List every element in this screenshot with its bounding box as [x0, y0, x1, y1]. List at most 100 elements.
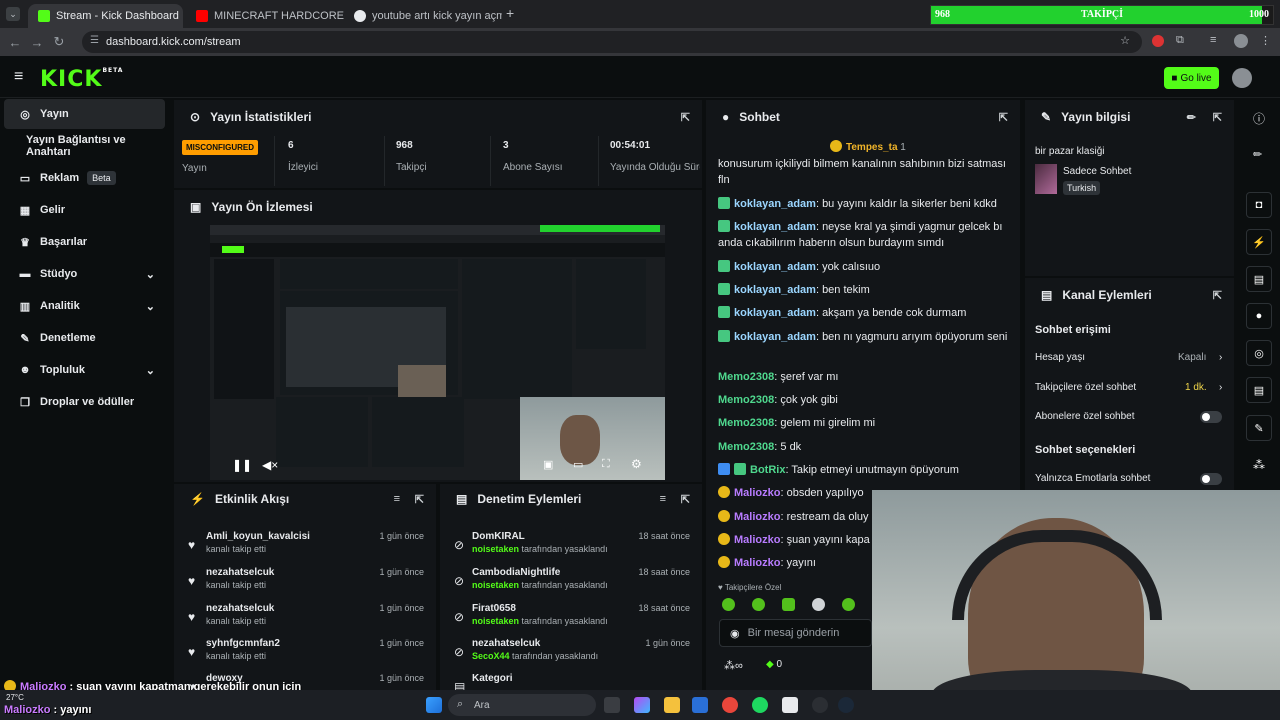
- rail-button-chat[interactable]: ●: [1246, 303, 1272, 329]
- obs-icon[interactable]: [812, 697, 828, 713]
- kick-logo[interactable]: KICKBETA: [40, 67, 123, 92]
- back-icon[interactable]: ←: [4, 35, 26, 50]
- weather-widget[interactable]: 27°C: [6, 693, 24, 702]
- bookmark-star-icon[interactable]: ☆: [1120, 34, 1130, 47]
- sidebar-item-revenue[interactable]: ▦ Gelir: [4, 195, 165, 225]
- emote-icon[interactable]: [812, 598, 825, 611]
- chat-message: koklayan_adam: yok calısıuo: [718, 259, 1008, 275]
- panel-title: Kanal Eylemleri: [1062, 288, 1152, 302]
- list-item: ⊘ nezahatselcuk SecoX44 tarafından yasakla…: [454, 638, 690, 661]
- pip-icon[interactable]: ▣: [543, 458, 553, 471]
- edit-pencil-icon[interactable]: ✏: [1253, 148, 1262, 161]
- sidebar-item-stream[interactable]: ◎ Yayın: [4, 99, 165, 129]
- popout-icon[interactable]: ⇱: [1213, 111, 1222, 124]
- media-control-icon[interactable]: ≡: [1210, 34, 1216, 46]
- channel-icon: ▤: [1041, 288, 1053, 302]
- chat-message: koklayan_adam: neyse kral ya şimdi yagmu…: [718, 220, 1003, 249]
- panel-header: ▤ Kanal Eylemleri ⇱: [1025, 278, 1234, 312]
- notes-icon[interactable]: [782, 697, 798, 713]
- sidebar-item-analytics[interactable]: ▥ Analitik ⌄: [4, 291, 165, 321]
- emoji-icon[interactable]: ◉: [730, 627, 740, 640]
- category-name[interactable]: Sadece Sohbet: [1063, 166, 1131, 177]
- spotify-icon[interactable]: [752, 697, 768, 713]
- sidebar-item-achievements[interactable]: ♛ Başarılar: [4, 227, 165, 257]
- reload-icon[interactable]: ↻: [48, 34, 70, 50]
- chat-bubble-icon: ●: [1255, 310, 1263, 322]
- fullscreen-icon[interactable]: ⛶: [602, 458, 610, 471]
- kick-points[interactable]: ◆ 0: [766, 659, 782, 670]
- broadcast-icon: ◎: [20, 108, 30, 121]
- steam-icon[interactable]: [838, 697, 854, 713]
- extension-icon[interactable]: [1152, 35, 1164, 47]
- chat-message: Memo2308: şeref var mı: [718, 371, 839, 383]
- mute-icon[interactable]: ◀×: [262, 458, 278, 472]
- emote-icon[interactable]: [752, 598, 765, 611]
- popout-icon[interactable]: ⇱: [681, 111, 690, 124]
- url-field[interactable]: ☰ dashboard.kick.com/stream ☆: [82, 31, 1142, 53]
- task-view-icon[interactable]: [604, 697, 620, 713]
- tab-kick-dashboard[interactable]: Stream - Kick Dashboard ✕: [28, 4, 183, 28]
- chat-access-heading: Sohbet erişimi: [1035, 324, 1111, 336]
- app-icon[interactable]: [692, 697, 708, 713]
- go-live-button[interactable]: ■ Go live: [1164, 67, 1219, 89]
- rail-button-broadcast[interactable]: ◎: [1246, 340, 1272, 366]
- filter-icon[interactable]: ≡: [394, 493, 400, 505]
- rail-button-settings[interactable]: ✎: [1246, 415, 1272, 441]
- rail-button-moderation[interactable]: ▤: [1246, 266, 1272, 292]
- browser-menu-icon[interactable]: ⋮: [1260, 34, 1271, 47]
- tab-youtube-minecraft[interactable]: MINECRAFT HARDCORE ALL B ✕: [186, 4, 344, 28]
- file-explorer-icon[interactable]: [664, 697, 680, 713]
- sidebar-item-moderation[interactable]: ✎ Denetleme: [4, 323, 165, 353]
- more-icon[interactable]: ⁂: [1253, 458, 1265, 472]
- chrome-icon[interactable]: [722, 697, 738, 713]
- copilot-icon[interactable]: [634, 697, 650, 713]
- sub-badge-icon: [718, 283, 730, 295]
- chat-input[interactable]: ◉ Bir mesaj gönderin: [719, 619, 872, 647]
- follower-goal: 1000: [1249, 9, 1269, 20]
- site-info-icon[interactable]: ☰: [90, 35, 99, 46]
- chevron-down-icon: ⌄: [145, 300, 155, 313]
- taskbar-search[interactable]: ⌕ Ara: [448, 694, 596, 716]
- sidebar-item-stream-key[interactable]: Yayın Bağlantısı ve Anahtarı: [4, 131, 165, 161]
- emotes-only-setting: Yalnızca Emotlarla sohbet: [1035, 473, 1151, 484]
- tab-google-search[interactable]: youtube artı kick yayın açma - ✕: [344, 4, 502, 28]
- extensions-puzzle-icon[interactable]: ⧉: [1176, 34, 1184, 47]
- popout-icon[interactable]: ⇱: [999, 111, 1008, 124]
- emote-icon[interactable]: [722, 598, 735, 611]
- edit-pencil-icon[interactable]: ✏: [1187, 111, 1196, 124]
- hamburger-menu-icon[interactable]: ≡: [14, 68, 23, 86]
- stream-preview-video[interactable]: ❚❚ ◀× ▣ ▭ ⛶ ⚙: [210, 225, 665, 480]
- windows-start-icon[interactable]: [426, 697, 442, 713]
- sidebar-item-community[interactable]: ☻ Topluluk ⌄: [4, 355, 165, 385]
- wrench-icon: ✎: [1254, 422, 1264, 435]
- popout-icon[interactable]: ⇱: [681, 493, 690, 506]
- popout-icon[interactable]: ⇱: [415, 493, 424, 506]
- tab-search-icon[interactable]: ⌄: [6, 7, 20, 21]
- sidebar-item-studio[interactable]: ▬ Stüdyo ⌄: [4, 259, 165, 289]
- rail-button-channel[interactable]: ▤: [1246, 377, 1272, 403]
- chat-settings-icon[interactable]: ⁂∞: [724, 659, 743, 672]
- sidebar-item-ads[interactable]: ▭ Reklam Beta: [4, 163, 165, 193]
- popout-icon[interactable]: ⇱: [1213, 289, 1222, 302]
- category-thumbnail: [1035, 164, 1057, 194]
- user-avatar[interactable]: [1232, 68, 1252, 88]
- emote-icon[interactable]: [782, 598, 795, 611]
- emote-icon[interactable]: [842, 598, 855, 611]
- emotes-only-toggle[interactable]: [1200, 473, 1222, 485]
- pause-icon[interactable]: ❚❚: [232, 458, 252, 472]
- info-icon[interactable]: ⓘ: [1253, 110, 1265, 127]
- forward-icon[interactable]: →: [26, 35, 48, 50]
- settings-gear-icon[interactable]: ⚙: [631, 457, 642, 471]
- subs-chat-toggle[interactable]: [1200, 411, 1222, 423]
- filter-icon[interactable]: ≡: [660, 493, 666, 505]
- account-age-setting[interactable]: Hesap yaşı Kapalı ›: [1035, 352, 1225, 363]
- rail-button-camera[interactable]: ◘: [1246, 192, 1272, 218]
- profile-avatar[interactable]: [1234, 34, 1248, 48]
- followers-chat-setting[interactable]: Takipçilere özel sohbet 1 dk. ›: [1035, 382, 1225, 393]
- theater-icon[interactable]: ▭: [573, 458, 583, 471]
- rail-button-activity[interactable]: ⚡: [1246, 229, 1272, 255]
- new-tab-button[interactable]: +: [506, 5, 514, 21]
- sidebar: ◎ Yayın Yayın Bağlantısı ve Anahtarı ▭ Rek…: [0, 98, 172, 690]
- sidebar-item-drops[interactable]: ❒ Droplar ve ödüller: [4, 387, 165, 417]
- pinned-user[interactable]: Tempes_ta 1: [830, 140, 906, 153]
